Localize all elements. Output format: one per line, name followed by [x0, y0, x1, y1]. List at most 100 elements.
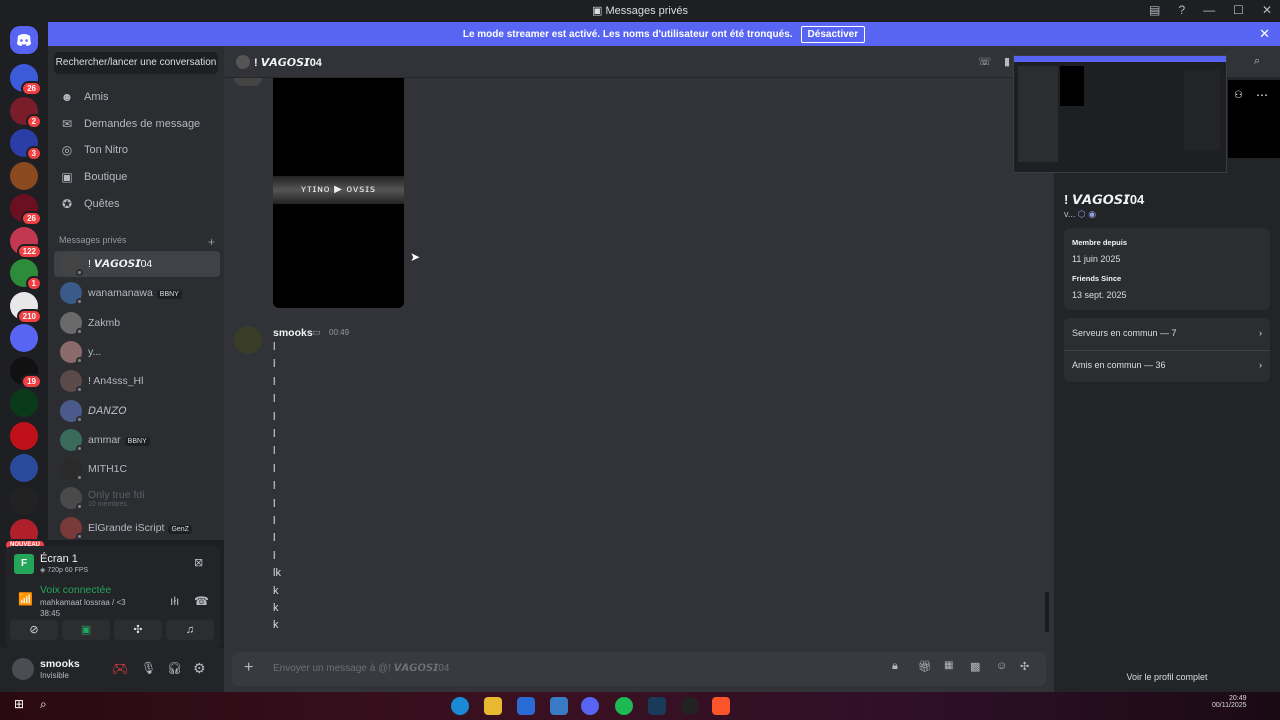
user-name[interactable]: smooks: [40, 658, 80, 670]
voice-channel[interactable]: mahkamaat lossraa / <3: [40, 598, 126, 607]
message-line: lk: [273, 567, 281, 580]
store-icon[interactable]: [517, 697, 535, 715]
dm-conversation[interactable]: y...: [54, 339, 220, 365]
friends-since-label: Friends Since: [1072, 274, 1122, 283]
help-icon[interactable]: ?: [1178, 3, 1185, 17]
banner-text: Le mode streamer est activé. Les noms d'…: [462, 28, 793, 40]
server-icon[interactable]: 26: [10, 64, 42, 96]
server-icon[interactable]: [10, 486, 38, 515]
steam-icon[interactable]: [648, 697, 666, 715]
dm-conversation[interactable]: ! 𝙑𝘼𝙂𝙊𝙎𝙄04: [54, 251, 220, 277]
soundboard-button[interactable]: ♫: [166, 620, 214, 640]
server-icon[interactable]: [10, 161, 38, 190]
apps-icon[interactable]: ✣: [1020, 660, 1029, 673]
nav-item-quests[interactable]: ✪ Quêtes: [54, 192, 220, 216]
maximize-icon[interactable]: ☐: [1233, 3, 1244, 17]
screen-title: Écran 1: [40, 553, 78, 565]
nav-item-friends[interactable]: ☻ Amis: [54, 85, 220, 109]
voice-call-icon[interactable]: ☏: [978, 55, 992, 68]
minimize-icon[interactable]: —: [1203, 3, 1215, 17]
sticker-icon[interactable]: ▩: [970, 660, 980, 673]
dm-conversation[interactable]: wanamanawa BBNY: [54, 280, 220, 306]
status-indicator: [76, 327, 83, 335]
mail-app-icon[interactable]: [550, 697, 568, 715]
nav-item-shop[interactable]: ▣ Boutique: [54, 165, 220, 189]
message-author-avatar[interactable]: [234, 326, 262, 354]
emoji-icon[interactable]: ☺: [996, 660, 1007, 672]
noise-suppression-icon[interactable]: ıłı: [170, 594, 179, 608]
discord-taskbar-icon[interactable]: [581, 697, 599, 715]
dm-conversation[interactable]: ElGrande iScript GenZ: [54, 515, 220, 541]
close-banner-icon[interactable]: ✕: [1259, 26, 1270, 42]
common-servers-row[interactable]: Serveurs en commun — 7 ›: [1072, 328, 1262, 338]
server-icon[interactable]: [10, 421, 38, 450]
video-attachment[interactable]: ʏᴛɪɴᴏ ▶ ᴏᴠꜱɪꜱ: [273, 78, 404, 308]
discord-home-icon[interactable]: [10, 26, 38, 54]
dm-name: MITH1C: [88, 463, 128, 476]
server-icon[interactable]: 3: [10, 129, 42, 161]
nav-item-nitro[interactable]: ◎ Ton Nitro: [54, 138, 220, 162]
server-icon[interactable]: 19: [10, 356, 42, 389]
disable-streamer-button[interactable]: Désactiver: [800, 25, 866, 43]
dm-conversation[interactable]: 𝘋𝘈𝘕𝘡𝘖: [54, 398, 220, 424]
microphone-icon[interactable]: 🎙︎: [141, 661, 156, 675]
server-icon[interactable]: 122: [10, 226, 42, 259]
message-line: l: [273, 532, 276, 545]
close-window-icon[interactable]: ✕: [1262, 3, 1272, 17]
brave-icon[interactable]: [712, 697, 730, 715]
gift-icon[interactable]: 🎁︎: [918, 660, 932, 673]
more-options-icon[interactable]: ⋯: [1256, 88, 1268, 102]
composer-placeholder[interactable]: Envoyer un message à @! 𝙑𝘼𝙂𝙊𝙎𝙄04: [273, 663, 449, 674]
start-icon[interactable]: ⊞: [14, 697, 32, 715]
lock-icon[interactable]: 🔒︎: [892, 660, 898, 673]
server-icon[interactable]: [10, 389, 38, 417]
dm-conversation[interactable]: Only true fdi 10 membres: [54, 485, 220, 511]
screen-share-preview[interactable]: [1013, 55, 1227, 173]
activities-button[interactable]: ✣: [114, 620, 162, 640]
inbox-icon[interactable]: ▤: [1149, 3, 1160, 17]
message-composer[interactable]: + Envoyer un message à @! 𝙑𝘼𝙂𝙊𝙎𝙄04 🔒︎ 🎁︎…: [232, 652, 1046, 686]
user-avatar[interactable]: [12, 658, 34, 680]
video-call-icon[interactable]: ▮: [1004, 55, 1010, 68]
dm-conversation[interactable]: Zakmb: [54, 310, 220, 336]
dm-conversation[interactable]: ! An4sss_Hl: [54, 368, 220, 394]
voice-status[interactable]: Voix connectée: [40, 584, 111, 596]
gamepad-icon[interactable]: 🎮︎: [112, 661, 129, 677]
search-conversation-button[interactable]: Rechercher/lancer une conversation: [54, 52, 218, 74]
edge-icon[interactable]: [451, 697, 469, 715]
file-explorer-icon[interactable]: [484, 697, 502, 715]
clock[interactable]: 20:49 00/11/2025: [1212, 695, 1247, 709]
app-icon[interactable]: [681, 697, 699, 715]
common-friends-row[interactable]: Amis en commun — 36 ›: [1072, 360, 1262, 370]
server-icon[interactable]: [10, 454, 38, 482]
dm-conversation[interactable]: ammar BBNY: [54, 427, 220, 453]
server-icon[interactable]: 2: [10, 96, 42, 129]
headset-icon[interactable]: 🎧︎: [167, 661, 182, 675]
dm-conversation[interactable]: MITH1C: [54, 456, 220, 482]
message-author[interactable]: smooks: [273, 327, 313, 339]
scrollbar-thumb[interactable]: [1045, 592, 1049, 632]
server-icon[interactable]: 1: [10, 259, 42, 291]
settings-gear-icon[interactable]: ⚙: [193, 660, 206, 677]
signal-icon[interactable]: 📶: [18, 592, 33, 606]
share-screen-button[interactable]: ▣: [62, 620, 110, 640]
taskbar-search-icon[interactable]: ⌕: [40, 697, 58, 715]
stop-screen-icon[interactable]: ⊠: [194, 556, 203, 569]
search-icon[interactable]: ⌕: [1254, 55, 1260, 68]
message-line: k: [273, 619, 279, 632]
add-friend-icon[interactable]: ⚇: [1234, 90, 1243, 101]
new-dm-button[interactable]: +: [208, 235, 215, 249]
server-icon[interactable]: NOUVEAU: [3, 519, 46, 551]
nav-item-mail[interactable]: ✉ Demandes de message: [54, 112, 220, 136]
camera-off-button[interactable]: ⊘: [10, 620, 58, 640]
attach-plus-icon[interactable]: +: [244, 659, 253, 677]
server-icon[interactable]: [10, 324, 38, 352]
spotify-icon[interactable]: [615, 697, 633, 715]
recipient-name[interactable]: ! 𝙑𝘼𝙂𝙊𝙎𝙄04: [254, 56, 322, 69]
server-icon[interactable]: 210: [10, 291, 42, 324]
view-full-profile-link[interactable]: Voir le profil complet: [1054, 672, 1280, 682]
gif-icon[interactable]: ▦: [944, 660, 953, 671]
video-thumbnail-strip[interactable]: ʏᴛɪɴᴏ ▶ ᴏᴠꜱɪꜱ: [273, 176, 404, 204]
disconnect-icon[interactable]: ☎: [194, 594, 209, 608]
server-icon[interactable]: 26: [10, 194, 42, 226]
